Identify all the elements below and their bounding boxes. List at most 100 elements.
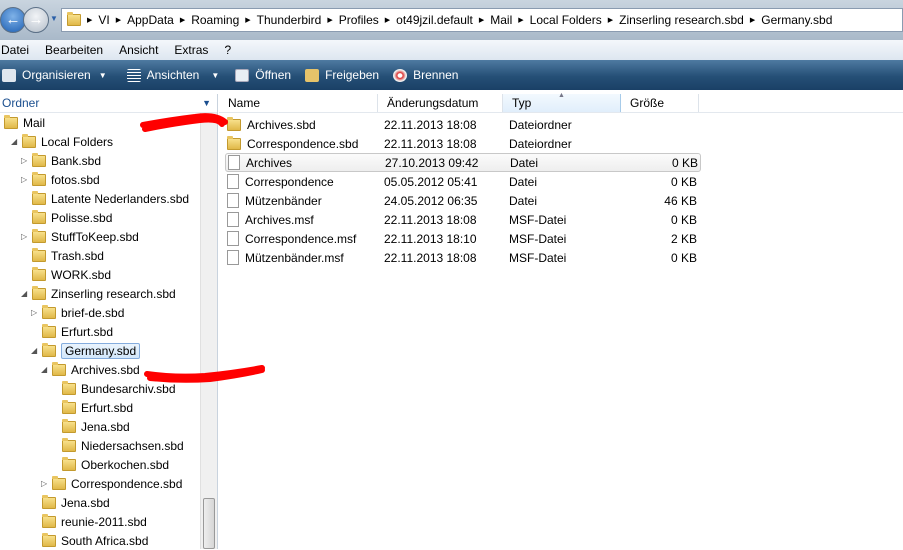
collapsed-arrow-icon[interactable]: ▷: [21, 232, 29, 241]
open-label: Öffnen: [255, 68, 292, 82]
recent-pages-dropdown[interactable]: ▼: [50, 14, 58, 23]
breadcrumb-item[interactable]: Local Folders: [530, 13, 602, 27]
breadcrumb-separator-icon[interactable]: ▶: [245, 16, 250, 24]
menu-item[interactable]: Datei: [1, 43, 29, 57]
column-header-date[interactable]: Änderungsdatum: [378, 94, 503, 112]
file-name: Correspondence: [245, 174, 334, 189]
file-name: Correspondence.sbd: [247, 136, 359, 151]
scrollbar-thumb[interactable]: [203, 498, 215, 549]
folders-header[interactable]: Ordner ▼: [0, 94, 217, 113]
collapsed-arrow-icon[interactable]: ▷: [31, 308, 39, 317]
tree-item-label: Mail: [23, 115, 46, 130]
menu-item[interactable]: Extras: [174, 43, 208, 57]
file-row[interactable]: Correspondence 05.05.2012 05:41 Datei 0 KB: [225, 172, 701, 191]
tree-item[interactable]: ◢ Zinserling research.sbd: [21, 284, 176, 303]
breadcrumb-item[interactable]: Profiles: [339, 13, 379, 27]
breadcrumb-separator-icon[interactable]: ▶: [87, 16, 92, 24]
tree-item[interactable]: ▷ Correspondence.sbd: [41, 474, 183, 493]
tree-item[interactable]: Trash.sbd: [32, 246, 104, 265]
breadcrumb-item[interactable]: Roaming: [191, 13, 239, 27]
folder-icon: [227, 135, 241, 150]
breadcrumb-separator-icon[interactable]: ▶: [518, 16, 523, 24]
tree-item[interactable]: ◢ Local Folders: [11, 132, 114, 151]
tree-item[interactable]: ▷ Bank.sbd: [21, 151, 101, 170]
breadcrumb-separator-icon[interactable]: ▶: [327, 16, 332, 24]
tree-item-label: Local Folders: [41, 134, 114, 149]
menu-item[interactable]: Ansicht: [119, 43, 158, 57]
expanded-arrow-icon[interactable]: ◢: [11, 137, 19, 146]
tree-item[interactable]: Latente Nederlanders.sbd: [32, 189, 189, 208]
menu-item[interactable]: Bearbeiten: [45, 43, 103, 57]
burn-button[interactable]: Brennen: [393, 68, 458, 82]
tree-item[interactable]: Polisse.sbd: [32, 208, 112, 227]
column-header-type[interactable]: ▲ Typ: [503, 92, 621, 112]
file-row[interactable]: Mützenbänder 24.05.2012 06:35 Datei 46 KB: [225, 191, 701, 210]
tree-item[interactable]: South Africa.sbd: [42, 531, 148, 550]
tree-item[interactable]: ▷ fotos.sbd: [21, 170, 100, 189]
organize-button[interactable]: Organisieren ▼: [2, 68, 107, 82]
breadcrumb-item[interactable]: AppData: [127, 13, 174, 27]
breadcrumb-item[interactable]: ot49jzil.default: [396, 13, 473, 27]
expanded-arrow-icon[interactable]: ◢: [21, 289, 29, 298]
collapsed-arrow-icon[interactable]: ▷: [41, 479, 49, 488]
file-row[interactable]: Mützenbänder.msf 22.11.2013 18:08 MSF-Date…: [225, 248, 701, 267]
breadcrumb[interactable]: ▶ VI ▶ AppData ▶ Roaming ▶ Thunderbird ▶ Profiles…: [61, 8, 903, 32]
tree-item[interactable]: Mail: [4, 113, 45, 132]
breadcrumb-separator-icon[interactable]: ▶: [180, 16, 185, 24]
breadcrumb-item[interactable]: Germany.sbd: [761, 13, 832, 27]
tree-item[interactable]: ◢ Germany.sbd: [31, 341, 141, 360]
breadcrumb-separator-icon[interactable]: ▶: [385, 16, 390, 24]
folder-tree-pane: Ordner ▼ Mail ◢ Local Folders ▷ Bank.sbd ▷ foto…: [0, 94, 218, 549]
folder-icon: [42, 323, 56, 338]
tree-item[interactable]: Bundesarchiv.sbd: [62, 379, 176, 398]
breadcrumb-separator-icon[interactable]: ▶: [479, 16, 484, 24]
tree-scrollbar[interactable]: [200, 113, 217, 549]
tree-item[interactable]: Niedersachsen.sbd: [62, 436, 184, 455]
breadcrumb-item[interactable]: VI: [98, 13, 109, 27]
breadcrumb-item[interactable]: Zinserling research.sbd: [619, 13, 744, 27]
column-name-label: Name: [228, 96, 261, 110]
tree-item[interactable]: Jena.sbd: [42, 493, 110, 512]
tree-item-label: Correspondence.sbd: [71, 476, 183, 491]
collapsed-arrow-icon[interactable]: ▷: [21, 175, 29, 184]
tree-item[interactable]: Erfurt.sbd: [62, 398, 133, 417]
tree-item-label: Latente Nederlanders.sbd: [51, 191, 190, 206]
file-row[interactable]: Archives 27.10.2013 09:42 Datei 0 KB: [225, 153, 701, 172]
forward-button[interactable]: →: [23, 7, 49, 33]
tree-item[interactable]: Erfurt.sbd: [42, 322, 113, 341]
expanded-arrow-icon[interactable]: ◢: [41, 365, 49, 374]
breadcrumb-separator-icon[interactable]: ▶: [116, 16, 121, 24]
file-name: Archives.sbd: [247, 117, 316, 132]
file-icon: [228, 155, 240, 170]
column-type-label: Typ: [512, 96, 532, 110]
tree-item[interactable]: ▷ brief-de.sbd: [31, 303, 124, 322]
tree-item[interactable]: reunie-2011.sbd: [42, 512, 147, 531]
file-row[interactable]: Correspondence.msf 22.11.2013 18:10 MSF-Da…: [225, 229, 701, 248]
views-button[interactable]: Ansichten ▼: [126, 68, 219, 82]
file-row[interactable]: Archives.sbd 22.11.2013 18:08 Dateiordner: [225, 115, 701, 134]
collapsed-arrow-icon[interactable]: ▷: [21, 156, 29, 165]
tree-item-label: Erfurt.sbd: [81, 400, 134, 415]
share-button[interactable]: Freigeben: [305, 68, 379, 82]
column-header-name[interactable]: Name: [219, 94, 378, 112]
breadcrumb-separator-icon[interactable]: ▶: [608, 16, 613, 24]
command-toolbar: Organisieren ▼ Ansichten ▼ Öffnen Freigebe…: [0, 60, 903, 90]
breadcrumb-separator-icon[interactable]: ▶: [750, 16, 755, 24]
expanded-arrow-icon[interactable]: ◢: [31, 346, 39, 355]
file-row[interactable]: Archives.msf 22.11.2013 18:08 MSF-Datei 0 K…: [225, 210, 701, 229]
open-button[interactable]: Öffnen: [235, 68, 291, 82]
breadcrumb-item[interactable]: Mail: [490, 13, 512, 27]
tree-item[interactable]: ◢ Archives.sbd: [41, 360, 140, 379]
breadcrumb-item[interactable]: Thunderbird: [257, 13, 322, 27]
tree-item[interactable]: WORK.sbd: [32, 265, 111, 284]
file-row[interactable]: Correspondence.sbd 22.11.2013 18:08 Dateio…: [225, 134, 701, 153]
folder-icon: [227, 116, 241, 131]
menu-item[interactable]: ?: [224, 43, 231, 57]
tree-item[interactable]: ▷ StuffToKeep.sbd: [21, 227, 139, 246]
tree-item-label: fotos.sbd: [51, 172, 100, 187]
tree-item[interactable]: Jena.sbd: [62, 417, 130, 436]
tree-item[interactable]: Oberkochen.sbd: [62, 455, 169, 474]
file-icon: [227, 212, 239, 227]
folder-icon: [52, 361, 66, 376]
column-header-size[interactable]: Größe: [621, 94, 699, 112]
